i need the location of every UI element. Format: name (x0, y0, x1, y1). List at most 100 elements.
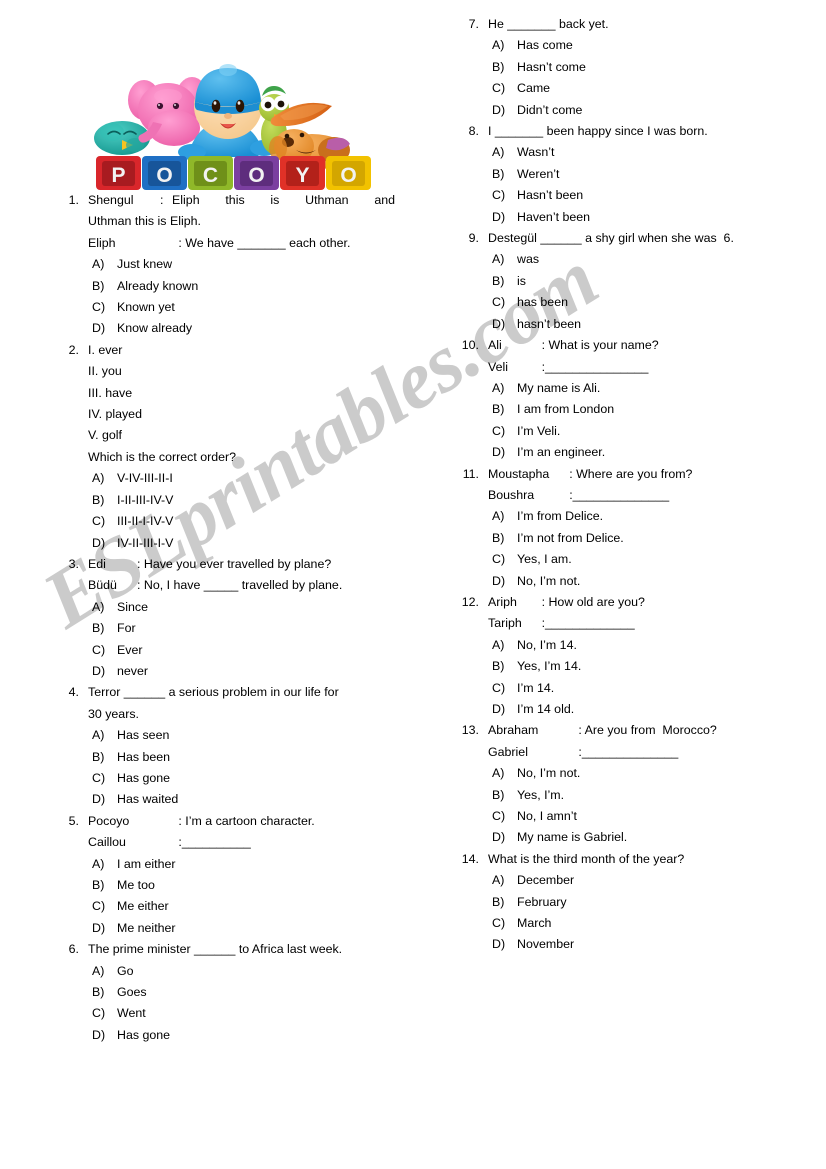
answer-option-label: is (517, 273, 526, 288)
answer-option[interactable]: A) Since (88, 597, 395, 618)
dialogue-text: : I’m a cartoon character. (178, 813, 315, 828)
dialogue-text: : We have _______ each other. (178, 235, 351, 250)
answer-option-label: I’m an engineer. (517, 445, 606, 460)
answer-option[interactable]: D) I’m an engineer. (488, 442, 800, 463)
answer-option-label: No, I amn’t (517, 809, 577, 824)
answer-option[interactable]: D) My name is Gabriel. (488, 827, 800, 848)
answer-option-key: A) (92, 963, 105, 978)
answer-option[interactable]: C) Yes, I am. (488, 549, 800, 570)
answer-option[interactable]: B) Me too (88, 875, 395, 896)
answer-option[interactable]: B) Has been (88, 747, 395, 768)
answer-option-key: A) (492, 766, 505, 781)
answer-option[interactable]: D) November (488, 934, 800, 955)
dialogue-line: Shengul: Eliph this is Uthman and (88, 190, 395, 211)
answer-option[interactable]: C) has been (488, 292, 800, 313)
answer-option-key: C) (92, 514, 106, 529)
dialogue-text: :_____________ (541, 616, 635, 631)
answer-option[interactable]: C) No, I amn’t (488, 806, 800, 827)
answer-option[interactable]: D) Has gone (88, 1025, 395, 1046)
answer-option[interactable]: D) Has waited (88, 789, 395, 810)
answer-option[interactable]: B) Yes, I’m. (488, 785, 800, 806)
answer-option-label: Has gone (117, 770, 171, 785)
answer-option-label: Me neither (117, 920, 176, 935)
answer-option[interactable]: A) Has come (488, 35, 800, 56)
answer-option[interactable]: A) December (488, 870, 800, 891)
answer-option-label: I’m Veli. (517, 423, 561, 438)
answer-option[interactable]: B) February (488, 892, 800, 913)
answer-option-list: A) was B) is C) has been D) hasn’t been (488, 249, 800, 335)
answer-option[interactable]: D) IV-II-III-I-V (88, 533, 395, 554)
dialogue-line: Ali: What is your name? (488, 335, 800, 356)
answer-option-label: Yes, I’m 14. (517, 659, 582, 674)
answer-option[interactable]: C) Known yet (88, 297, 395, 318)
answer-option[interactable]: C) I’m 14. (488, 678, 800, 699)
dialogue-speaker: Pocoyo (88, 813, 130, 828)
answer-option-label: For (117, 621, 136, 636)
answer-option-label: Known yet (117, 300, 175, 315)
answer-option-key: A) (492, 145, 505, 160)
answer-option[interactable]: A) Has seen (88, 725, 395, 746)
answer-option-key: A) (492, 38, 505, 53)
answer-option[interactable]: A) Go (88, 961, 395, 982)
answer-option-label: V-IV-III-II-I (117, 471, 173, 486)
answer-option[interactable]: C) Has gone (88, 768, 395, 789)
svg-text:O: O (340, 164, 356, 187)
answer-option-label: Me too (117, 878, 155, 892)
dialogue-speaker: Büdü (88, 578, 117, 593)
answer-option[interactable]: A) Wasn’t (488, 142, 800, 163)
question-text-line: The prime minister ______ to Africa last… (88, 942, 343, 957)
answer-option[interactable]: D) No, I’m not. (488, 571, 800, 592)
answer-option[interactable]: D) Me neither (88, 918, 395, 939)
answer-option-list: A) Go B) Goes C) Went D) Has gone (88, 961, 395, 1047)
answer-option[interactable]: B) Weren’t (488, 164, 800, 185)
answer-option-key: A) (492, 509, 505, 524)
answer-option[interactable]: A) My name is Ali. (488, 378, 800, 399)
answer-option[interactable]: B) Already known (88, 276, 395, 297)
question-number: 13. (461, 723, 479, 738)
answer-option[interactable]: D) never (88, 661, 395, 682)
question-item: 14. What is the third month of the year? A… (455, 849, 800, 956)
answer-option[interactable]: B) I’m not from Delice. (488, 528, 800, 549)
answer-option[interactable]: A) V-IV-III-II-I (88, 468, 395, 489)
answer-option[interactable]: C) Hasn’t been (488, 185, 800, 206)
answer-option[interactable]: C) I’m Veli. (488, 421, 800, 442)
answer-option[interactable]: C) Ever (88, 640, 395, 661)
answer-option[interactable]: A) No, I’m 14. (488, 635, 800, 656)
dialogue-line: Abraham: Are you from Morocco? (488, 720, 800, 741)
answer-option[interactable]: B) is (488, 271, 800, 292)
answer-option-key: C) (92, 770, 106, 785)
answer-option[interactable]: B) Hasn’t come (488, 57, 800, 78)
answer-option[interactable]: C) Went (88, 1003, 395, 1024)
answer-option-label: November (517, 937, 575, 952)
answer-option[interactable]: B) I-II-III-IV-V (88, 490, 395, 511)
answer-option[interactable]: B) Goes (88, 982, 395, 1003)
answer-option[interactable]: B) For (88, 618, 395, 639)
answer-option-key: D) (492, 445, 506, 460)
answer-option-key: B) (92, 749, 105, 764)
block-p: P (96, 156, 141, 190)
answer-option[interactable]: D) I’m 14 old. (488, 699, 800, 720)
question-text-line: II. you (88, 364, 122, 379)
answer-option[interactable]: C) III-II-I-IV-V (88, 511, 395, 532)
answer-option[interactable]: C) Me either (88, 896, 395, 917)
answer-option[interactable]: D) Know already (88, 318, 395, 339)
answer-option[interactable]: A) I’m from Delice. (488, 506, 800, 527)
dialogue-line: Edi: Have you ever travelled by plane? (88, 554, 395, 575)
answer-option[interactable]: D) Didn’t come (488, 100, 800, 121)
answer-option[interactable]: D) Haven’t been (488, 207, 800, 228)
question-text-line: I _______ been happy since I was born. (488, 124, 708, 139)
answer-option-key: C) (492, 188, 506, 203)
answer-option[interactable]: A) was (488, 249, 800, 270)
answer-option[interactable]: D) hasn’t been (488, 314, 800, 335)
question-item: 13. Abraham: Are you from Morocco? Gabriel… (455, 720, 800, 848)
answer-option[interactable]: B) I am from London (488, 399, 800, 420)
answer-option-label: I’m from Delice. (517, 509, 604, 524)
answer-option[interactable]: C) March (488, 913, 800, 934)
answer-option[interactable]: C) Came (488, 78, 800, 99)
answer-option[interactable]: B) Yes, I’m 14. (488, 656, 800, 677)
answer-option[interactable]: A) No, I’m not. (488, 763, 800, 784)
answer-option-key: D) (92, 321, 106, 336)
answer-option[interactable]: A) Just knew (88, 254, 395, 275)
answer-option-list: A) V-IV-III-II-I B) I-II-III-IV-V C) III-II-I… (88, 468, 395, 554)
answer-option[interactable]: A) I am either (88, 854, 395, 875)
